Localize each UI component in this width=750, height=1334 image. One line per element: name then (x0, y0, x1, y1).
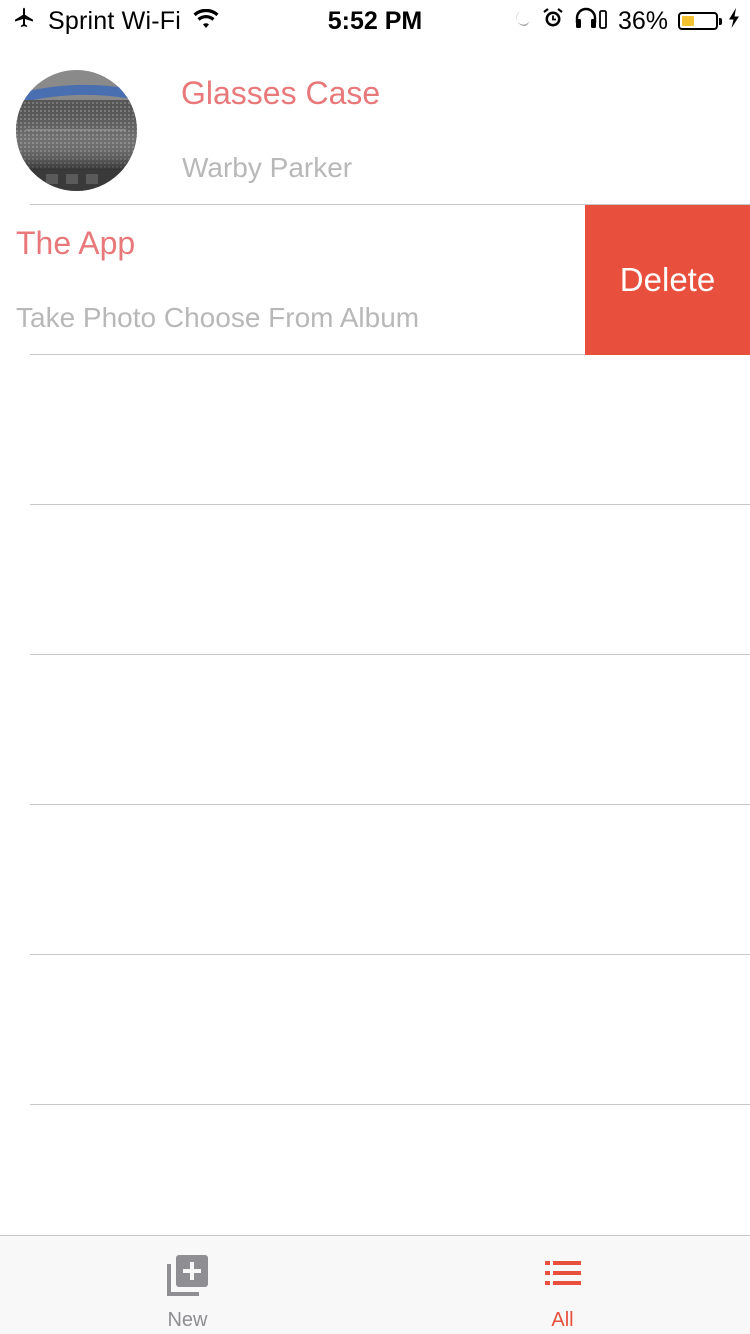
tab-label: All (551, 1309, 574, 1331)
tab-new[interactable]: New (0, 1236, 375, 1334)
tab-label: New (167, 1309, 208, 1331)
empty-row (0, 955, 750, 1105)
list-item[interactable]: Glasses Case Warby Parker (0, 55, 750, 205)
status-bar: Sprint Wi-Fi 5:52 PM 36% (0, 0, 750, 40)
list-item[interactable]: The App Take Photo Choose From Album Del… (0, 205, 750, 355)
empty-row (0, 805, 750, 955)
headphones-icon (574, 7, 608, 36)
list-icon (543, 1253, 583, 1298)
moon-icon (512, 7, 532, 36)
screen: Sprint Wi-Fi 5:52 PM 36% Glasses Case Wa… (0, 0, 750, 1334)
tab-bar: New All (0, 1235, 750, 1334)
item-thumbnail (16, 70, 137, 191)
add-photo-icon (166, 1253, 210, 1302)
item-title: Glasses Case (181, 75, 381, 111)
empty-row (0, 1105, 750, 1255)
status-bar-right: 36% (502, 6, 740, 36)
delete-button[interactable]: Delete (585, 205, 750, 355)
battery-percent: 36% (617, 6, 668, 35)
tab-all[interactable]: All (375, 1236, 750, 1334)
item-subtitle: Take Photo Choose From Album (16, 302, 420, 333)
empty-row (0, 655, 750, 805)
battery-icon (678, 12, 722, 30)
battery-nub (719, 18, 722, 25)
battery-fill (682, 16, 694, 26)
item-subtitle: Warby Parker (182, 152, 353, 183)
charging-bolt-icon (728, 7, 740, 36)
item-title: The App (16, 225, 136, 261)
empty-row (0, 505, 750, 655)
alarm-icon (542, 7, 564, 36)
item-list: Glasses Case Warby Parker The App Take P… (0, 55, 750, 1255)
empty-row (0, 355, 750, 505)
